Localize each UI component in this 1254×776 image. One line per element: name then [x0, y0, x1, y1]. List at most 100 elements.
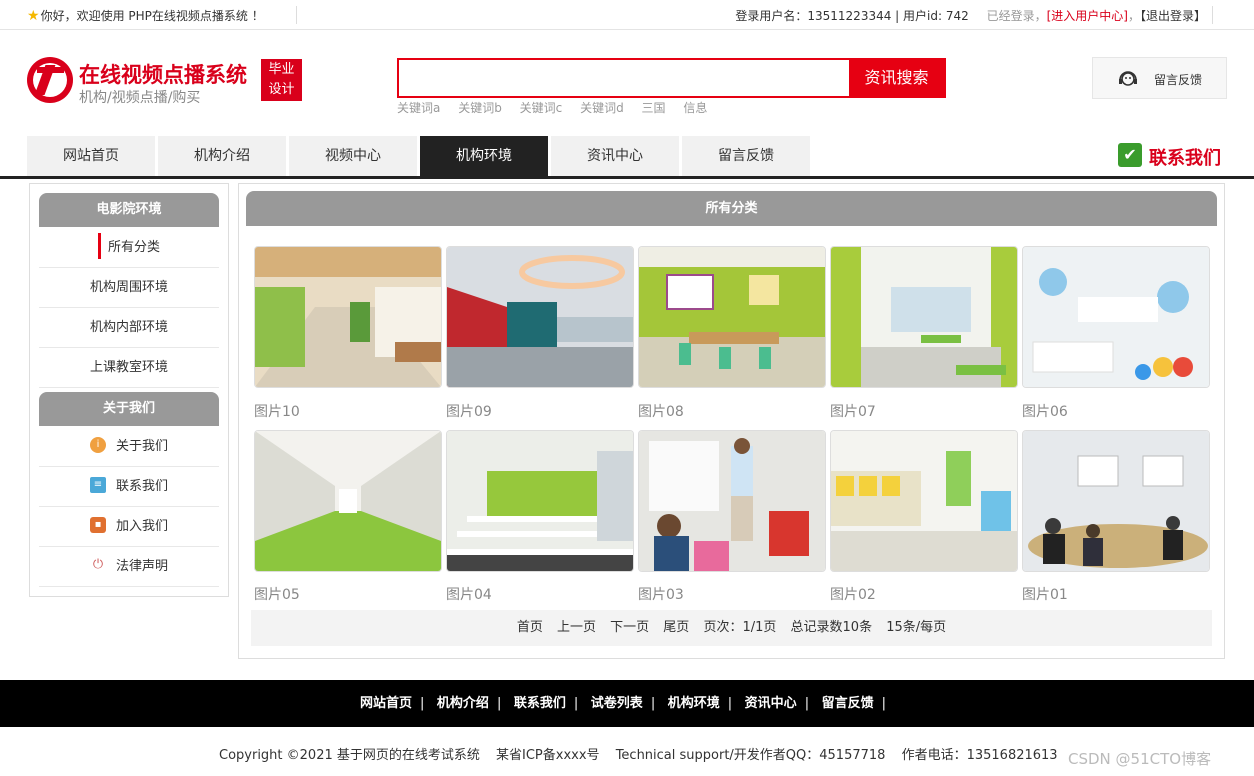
keyword-link[interactable]: 三国 — [642, 101, 666, 115]
sidebar-item-interior[interactable]: 机构内部环境 — [39, 308, 219, 348]
phone-text: 作者电话：13516821613 — [901, 748, 1058, 763]
gallery-image[interactable] — [638, 430, 826, 572]
keyword-link[interactable]: 信息 — [683, 101, 707, 115]
desks-room-photo — [447, 431, 633, 571]
lesson-photo — [639, 431, 825, 571]
graduation-badge: 毕业 设计 — [261, 59, 302, 101]
next-page-link[interactable]: 下一页 — [610, 620, 649, 635]
page-info: 页次：1/1页 — [703, 620, 777, 635]
image-caption: 图片08 — [638, 404, 684, 420]
sidebar-item-label: 联系我们 — [115, 479, 168, 494]
footer-link[interactable]: 联系我们 — [514, 696, 566, 711]
divider — [1212, 6, 1213, 24]
logo-icon — [27, 57, 73, 103]
nav-item-about[interactable]: 机构介绍 — [158, 136, 286, 176]
footer-nav: 网站首页 | 机构介绍 | 联系我们 | 试卷列表 | 机构环境 | 资讯中心 | 留言反馈… — [0, 680, 1254, 727]
total-records: 总记录数10条 — [790, 620, 873, 635]
image-caption: 图片03 — [638, 587, 684, 603]
keyword-link[interactable]: 关键词b — [458, 101, 502, 115]
top-bar: ★你好，欢迎使用 PHP在线视频点播系统 ！ 登录用户名：13511223344… — [0, 0, 1254, 30]
support-text: Technical support/开发作者QQ：45157718 — [615, 748, 886, 763]
watermark: CSDN @51CTO博客 — [1068, 750, 1212, 768]
user-info: 登录用户名：13511223344 | 用户id: 742 已经登录，[进入用户… — [735, 7, 1206, 24]
welcome-text: ★你好，欢迎使用 PHP在线视频点播系统 ！ — [27, 8, 264, 24]
first-page-link[interactable]: 首页 — [517, 620, 543, 635]
sidebar-item-surroundings[interactable]: 机构周围环境 — [39, 268, 219, 308]
footer-link[interactable]: 机构介绍 — [437, 696, 489, 711]
sidebar-item-all[interactable]: 所有分类 — [39, 228, 219, 268]
nav-item-environment[interactable]: 机构环境 — [420, 136, 548, 176]
keyword-link[interactable]: 关键词d — [580, 101, 624, 115]
feedback-button[interactable]: 留言反馈 — [1092, 57, 1227, 99]
sidebar-item-classroom[interactable]: 上课教室环境 — [39, 348, 219, 388]
nav-item-news[interactable]: 资讯中心 — [551, 136, 679, 176]
main-content: 所有分类 图片10 图片09 图片08 图片07 图片06 图片05 图片04 … — [238, 183, 1225, 659]
sidebar-item-join[interactable]: ▪ 加入我们 — [39, 507, 219, 547]
image-caption: 图片06 — [1022, 404, 1068, 420]
image-caption: 图片07 — [830, 404, 876, 420]
sidebar-item-contact[interactable]: ≡ 联系我们 — [39, 467, 219, 507]
contact-label: 联系我们 — [1149, 148, 1221, 169]
pagination: 首页 上一页 下一页 尾页 页次：1/1页 总记录数10条 15条/每页 — [251, 610, 1212, 646]
gallery-image[interactable] — [446, 246, 634, 388]
lobby-photo — [447, 247, 633, 387]
badge-line: 设计 — [268, 82, 295, 97]
keyword-link[interactable]: 关键词c — [520, 101, 563, 115]
nav-item-home[interactable]: 网站首页 — [27, 136, 155, 176]
badge-line: 毕业 — [268, 62, 295, 77]
classroom-photo — [639, 247, 825, 387]
footer-link[interactable]: 留言反馈 — [822, 696, 874, 711]
search-button[interactable]: 资讯搜索 — [849, 60, 944, 96]
site-title: 在线视频点播系统 — [79, 63, 247, 87]
sidebar-item-label: 法律声明 — [115, 559, 168, 574]
comma-text: ， — [1127, 9, 1140, 23]
image-caption: 图片01 — [1022, 587, 1068, 603]
copyright-text: Copyright ©2021 基于网页的在线考试系统 — [219, 748, 480, 763]
footer-link[interactable]: 机构环境 — [668, 696, 720, 711]
image-caption: 图片04 — [446, 587, 492, 603]
nav-item-feedback[interactable]: 留言反馈 — [682, 136, 810, 176]
nav-underline — [0, 176, 1254, 179]
image-caption: 图片05 — [254, 587, 300, 603]
category-heading: 所有分类 — [246, 191, 1217, 226]
gallery-image[interactable] — [638, 246, 826, 388]
image-caption: 图片02 — [830, 587, 876, 603]
feedback-label: 留言反馈 — [1154, 73, 1203, 87]
gallery-image[interactable] — [830, 430, 1018, 572]
per-page: 15条/每页 — [886, 620, 947, 635]
prev-page-link[interactable]: 上一页 — [557, 620, 596, 635]
power-icon: ⏻ — [89, 557, 106, 573]
copyright: Copyright ©2021 基于网页的在线考试系统 某省ICP备xxxx号 … — [219, 744, 1070, 763]
info-icon: i — [89, 437, 106, 453]
sidebar-item-label: 机构周围环境 — [89, 280, 168, 295]
star-icon: ★ — [27, 8, 40, 24]
sidebar-item-legal[interactable]: ⏻ 法律声明 — [39, 547, 219, 587]
kids-room-photo — [831, 431, 1017, 571]
last-page-link[interactable]: 尾页 — [663, 620, 689, 635]
keyword-link[interactable]: 关键词a — [397, 101, 440, 115]
sidebar-item-about-us[interactable]: i 关于我们 — [39, 427, 219, 467]
document-icon: ≡ — [89, 477, 106, 493]
gallery-image[interactable] — [1022, 430, 1210, 572]
nav-item-videos[interactable]: 视频中心 — [289, 136, 417, 176]
reception-photo — [1023, 247, 1209, 387]
footer-link[interactable]: 网站首页 — [360, 696, 412, 711]
footer-link[interactable]: 资讯中心 — [745, 696, 797, 711]
gallery-image[interactable] — [446, 430, 634, 572]
logout-link[interactable]: 【退出登录】 — [1140, 9, 1206, 23]
footer-link[interactable]: 试卷列表 — [591, 696, 643, 711]
hallway-photo — [255, 431, 441, 571]
search-input[interactable] — [399, 60, 851, 96]
user-center-link[interactable]: [进入用户中心] — [1047, 9, 1128, 23]
check-icon: ✔ — [1118, 143, 1142, 167]
gallery-image[interactable] — [254, 246, 442, 388]
image-caption: 图片09 — [446, 404, 492, 420]
sidebar-item-label: 机构内部环境 — [89, 320, 168, 335]
sidebar-item-label: 加入我们 — [115, 519, 168, 534]
corridor-photo — [255, 247, 441, 387]
sidebar-heading: 电影院环境 — [39, 193, 219, 227]
gallery-image[interactable] — [830, 246, 1018, 388]
active-marker — [97, 233, 101, 259]
gallery-image[interactable] — [254, 430, 442, 572]
gallery-image[interactable] — [1022, 246, 1210, 388]
